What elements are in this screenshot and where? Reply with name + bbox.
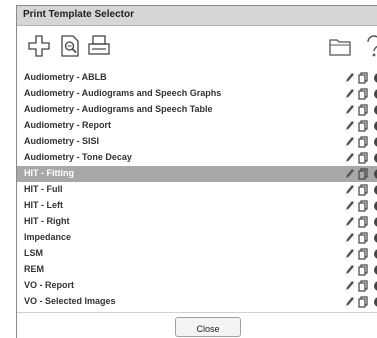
- template-row[interactable]: Audiometry - Tone Decay: [17, 150, 377, 166]
- template-label: VO - Report: [24, 280, 75, 290]
- edit-icon[interactable]: [344, 216, 355, 228]
- copy-icon[interactable]: [358, 136, 369, 148]
- template-label: Impedance: [24, 232, 72, 242]
- delete-icon[interactable]: [372, 184, 377, 196]
- template-label: HIT - Left: [24, 200, 63, 210]
- delete-icon[interactable]: [372, 264, 377, 276]
- copy-icon[interactable]: [358, 72, 369, 84]
- copy-icon[interactable]: [358, 120, 369, 132]
- window-title: Print Template Selector: [23, 9, 134, 20]
- template-label: HIT - Full: [24, 184, 63, 194]
- delete-icon[interactable]: [372, 248, 377, 260]
- copy-icon[interactable]: [358, 280, 369, 292]
- copy-icon[interactable]: [358, 88, 369, 100]
- delete-icon[interactable]: [372, 104, 377, 116]
- copy-icon[interactable]: [358, 264, 369, 276]
- printer-icon[interactable]: [87, 34, 111, 58]
- edit-icon[interactable]: [344, 136, 355, 148]
- copy-icon[interactable]: [358, 248, 369, 260]
- folder-icon[interactable]: [328, 34, 352, 58]
- edit-icon[interactable]: [344, 280, 355, 292]
- copy-icon[interactable]: [358, 200, 369, 212]
- search-document-icon[interactable]: [58, 34, 82, 58]
- copy-icon[interactable]: [358, 168, 369, 180]
- copy-icon[interactable]: [358, 216, 369, 228]
- edit-icon[interactable]: [344, 72, 355, 84]
- delete-icon[interactable]: [372, 88, 377, 100]
- template-label: Audiometry - Report: [24, 120, 112, 130]
- edit-icon[interactable]: [344, 248, 355, 260]
- delete-icon[interactable]: [372, 152, 377, 164]
- template-list: Audiometry - ABLB Audiometry - Audiograms…: [17, 70, 377, 310]
- delete-icon[interactable]: [372, 136, 377, 148]
- edit-icon[interactable]: [344, 296, 355, 308]
- toolbar: [17, 26, 377, 66]
- edit-icon[interactable]: [344, 168, 355, 180]
- dialog-footer: Close: [17, 312, 377, 338]
- template-row[interactable]: VO - Selected Images: [17, 294, 377, 310]
- template-label: Audiometry - Audiograms and Speech Graph…: [24, 88, 222, 98]
- edit-icon[interactable]: [344, 232, 355, 244]
- copy-icon[interactable]: [358, 152, 369, 164]
- delete-icon[interactable]: [372, 72, 377, 84]
- delete-icon[interactable]: [372, 296, 377, 308]
- edit-icon[interactable]: [344, 184, 355, 196]
- template-row[interactable]: HIT - Fitting: [17, 166, 377, 182]
- template-row[interactable]: Audiometry - SISI: [17, 134, 377, 150]
- delete-icon[interactable]: [372, 216, 377, 228]
- template-row[interactable]: Audiometry - ABLB: [17, 70, 377, 86]
- delete-icon[interactable]: [372, 168, 377, 180]
- template-label: HIT - Right: [24, 216, 70, 226]
- template-label: Audiometry - Audiograms and Speech Table: [24, 104, 213, 114]
- template-label: Audiometry - ABLB: [24, 72, 107, 82]
- add-icon[interactable]: [27, 34, 51, 58]
- delete-icon[interactable]: [372, 280, 377, 292]
- edit-icon[interactable]: [344, 120, 355, 132]
- delete-icon[interactable]: [372, 232, 377, 244]
- copy-icon[interactable]: [358, 104, 369, 116]
- help-icon[interactable]: [362, 34, 377, 58]
- edit-icon[interactable]: [344, 264, 355, 276]
- template-row[interactable]: LSM: [17, 246, 377, 262]
- template-label: Audiometry - SISI: [24, 136, 100, 146]
- template-row[interactable]: HIT - Left: [17, 198, 377, 214]
- print-template-dialog: Print Template Selector Audiometry - ABL…: [16, 5, 377, 338]
- template-row[interactable]: REM: [17, 262, 377, 278]
- copy-icon[interactable]: [358, 184, 369, 196]
- close-button[interactable]: Close: [175, 317, 241, 337]
- template-label: VO - Selected Images: [24, 296, 116, 306]
- copy-icon[interactable]: [358, 232, 369, 244]
- edit-icon[interactable]: [344, 104, 355, 116]
- template-row[interactable]: Audiometry - Audiograms and Speech Graph…: [17, 86, 377, 102]
- template-row[interactable]: HIT - Right: [17, 214, 377, 230]
- template-label: LSM: [24, 248, 43, 258]
- template-label: Audiometry - Tone Decay: [24, 152, 132, 162]
- template-row[interactable]: Audiometry - Report: [17, 118, 377, 134]
- delete-icon[interactable]: [372, 120, 377, 132]
- template-row[interactable]: Impedance: [17, 230, 377, 246]
- delete-icon[interactable]: [372, 200, 377, 212]
- template-row[interactable]: VO - Report: [17, 278, 377, 294]
- template-row[interactable]: Audiometry - Audiograms and Speech Table: [17, 102, 377, 118]
- template-label: HIT - Fitting: [24, 168, 74, 178]
- copy-icon[interactable]: [358, 296, 369, 308]
- title-bar: Print Template Selector: [17, 6, 377, 26]
- template-label: REM: [24, 264, 44, 274]
- edit-icon[interactable]: [344, 152, 355, 164]
- edit-icon[interactable]: [344, 200, 355, 212]
- edit-icon[interactable]: [344, 88, 355, 100]
- template-row[interactable]: HIT - Full: [17, 182, 377, 198]
